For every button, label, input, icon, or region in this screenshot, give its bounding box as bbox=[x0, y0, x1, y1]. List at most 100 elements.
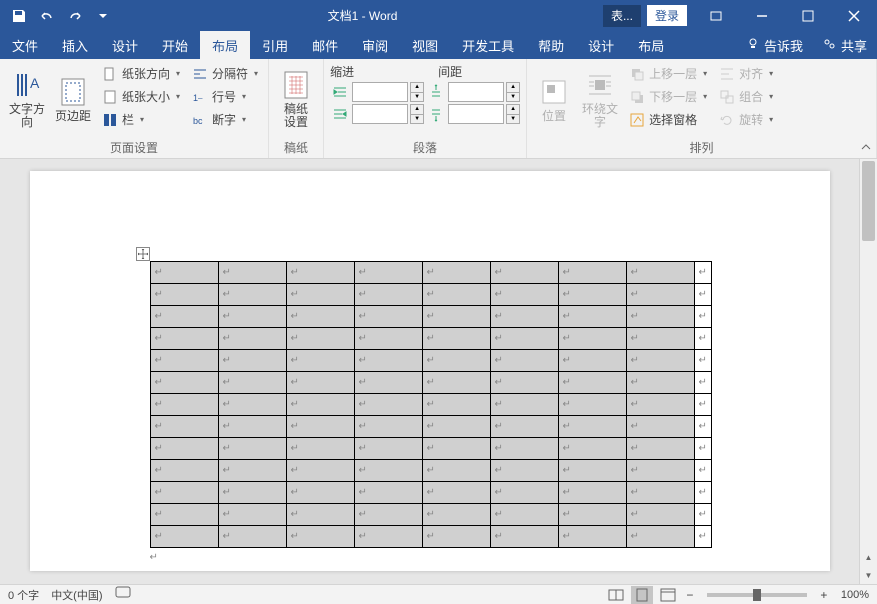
table-cell[interactable]: ↵ bbox=[490, 350, 558, 372]
table-cell[interactable]: ↵ bbox=[286, 284, 354, 306]
table-row[interactable]: ↵↵↵↵↵↵↵↵↵ bbox=[150, 262, 711, 284]
align-button[interactable]: 对齐▾ bbox=[715, 63, 777, 84]
table-cell[interactable]: ↵ bbox=[626, 372, 694, 394]
table-cell[interactable]: ↵ bbox=[218, 372, 286, 394]
tab-mail[interactable]: 邮件 bbox=[300, 31, 350, 59]
indent-right-input[interactable] bbox=[352, 104, 408, 124]
table-cell[interactable]: ↵ bbox=[694, 504, 711, 526]
table-cell[interactable]: ↵ bbox=[354, 306, 422, 328]
table-cell[interactable]: ↵ bbox=[626, 284, 694, 306]
table-row[interactable]: ↵↵↵↵↵↵↵↵↵ bbox=[150, 328, 711, 350]
table-cell[interactable]: ↵ bbox=[490, 526, 558, 548]
table-cell[interactable]: ↵ bbox=[286, 460, 354, 482]
size-button[interactable]: 纸张大小▾ bbox=[98, 86, 184, 107]
close-button[interactable] bbox=[831, 0, 877, 31]
table-cell[interactable]: ↵ bbox=[558, 504, 626, 526]
table-cell[interactable]: ↵ bbox=[354, 482, 422, 504]
table-cell[interactable]: ↵ bbox=[558, 284, 626, 306]
table-row[interactable]: ↵↵↵↵↵↵↵↵↵ bbox=[150, 526, 711, 548]
zoom-in-button[interactable]: + bbox=[817, 588, 831, 602]
table-cell[interactable]: ↵ bbox=[150, 460, 218, 482]
tab-view[interactable]: 视图 bbox=[400, 31, 450, 59]
spacing-before-spinner[interactable]: ▲▼ bbox=[506, 82, 520, 102]
line-numbers-button[interactable]: 1⎯ 行号▾ bbox=[188, 86, 262, 107]
table-cell[interactable]: ↵ bbox=[218, 306, 286, 328]
redo-button[interactable] bbox=[62, 3, 88, 29]
tab-table-layout[interactable]: 布局 bbox=[626, 31, 676, 59]
table-cell[interactable]: ↵ bbox=[218, 416, 286, 438]
table-cell[interactable]: ↵ bbox=[218, 526, 286, 548]
breaks-button[interactable]: 分隔符▾ bbox=[188, 63, 262, 84]
table-cell[interactable]: ↵ bbox=[286, 328, 354, 350]
table-cell[interactable]: ↵ bbox=[490, 372, 558, 394]
table-cell[interactable]: ↵ bbox=[694, 284, 711, 306]
indent-right-spinner[interactable]: ▲▼ bbox=[410, 104, 424, 124]
table-cell[interactable]: ↵ bbox=[354, 350, 422, 372]
rotate-button[interactable]: 旋转▾ bbox=[715, 109, 777, 130]
table-cell[interactable]: ↵ bbox=[694, 526, 711, 548]
table-cell[interactable]: ↵ bbox=[694, 262, 711, 284]
table-cell[interactable]: ↵ bbox=[490, 504, 558, 526]
table-cell[interactable]: ↵ bbox=[626, 526, 694, 548]
table-cell[interactable]: ↵ bbox=[218, 482, 286, 504]
zoom-out-button[interactable]: − bbox=[683, 588, 697, 602]
table-cell[interactable]: ↵ bbox=[286, 372, 354, 394]
table-tools-tab[interactable]: 表... bbox=[603, 5, 641, 27]
table-cell[interactable]: ↵ bbox=[626, 394, 694, 416]
table-cell[interactable]: ↵ bbox=[286, 350, 354, 372]
table-cell[interactable]: ↵ bbox=[354, 526, 422, 548]
manuscript-settings-button[interactable]: 稿纸 设置 bbox=[275, 63, 317, 135]
table-cell[interactable]: ↵ bbox=[354, 372, 422, 394]
table-cell[interactable]: ↵ bbox=[490, 284, 558, 306]
scroll-up-button[interactable]: ▲ bbox=[860, 548, 877, 566]
table-cell[interactable]: ↵ bbox=[490, 460, 558, 482]
table-row[interactable]: ↵↵↵↵↵↵↵↵↵ bbox=[150, 504, 711, 526]
table-cell[interactable]: ↵ bbox=[218, 394, 286, 416]
web-layout-button[interactable] bbox=[657, 586, 679, 604]
table-cell[interactable]: ↵ bbox=[150, 504, 218, 526]
table-cell[interactable]: ↵ bbox=[218, 328, 286, 350]
table-cell[interactable]: ↵ bbox=[558, 526, 626, 548]
table-cell[interactable]: ↵ bbox=[626, 350, 694, 372]
table-cell[interactable]: ↵ bbox=[694, 394, 711, 416]
qat-customize-button[interactable] bbox=[90, 3, 116, 29]
table-cell[interactable]: ↵ bbox=[490, 438, 558, 460]
tab-start[interactable]: 开始 bbox=[150, 31, 200, 59]
table-cell[interactable]: ↵ bbox=[490, 306, 558, 328]
scroll-down-button[interactable]: ▼ bbox=[860, 566, 877, 584]
table-cell[interactable]: ↵ bbox=[694, 482, 711, 504]
tab-help[interactable]: 帮助 bbox=[526, 31, 576, 59]
table-cell[interactable]: ↵ bbox=[218, 262, 286, 284]
tab-reference[interactable]: 引用 bbox=[250, 31, 300, 59]
table-cell[interactable]: ↵ bbox=[286, 416, 354, 438]
tab-review[interactable]: 审阅 bbox=[350, 31, 400, 59]
document-table[interactable]: ↵↵↵↵↵↵↵↵↵↵↵↵↵↵↵↵↵↵↵↵↵↵↵↵↵↵↵↵↵↵↵↵↵↵↵↵↵↵↵↵… bbox=[150, 261, 712, 548]
undo-button[interactable] bbox=[34, 3, 60, 29]
group-button[interactable]: 组合▾ bbox=[715, 86, 777, 107]
table-cell[interactable]: ↵ bbox=[150, 284, 218, 306]
ribbon-display-button[interactable] bbox=[693, 0, 739, 31]
table-cell[interactable]: ↵ bbox=[422, 394, 490, 416]
table-cell[interactable]: ↵ bbox=[218, 284, 286, 306]
table-cell[interactable]: ↵ bbox=[150, 482, 218, 504]
table-cell[interactable]: ↵ bbox=[150, 372, 218, 394]
table-cell[interactable]: ↵ bbox=[694, 460, 711, 482]
table-cell[interactable]: ↵ bbox=[150, 438, 218, 460]
table-cell[interactable]: ↵ bbox=[694, 372, 711, 394]
zoom-thumb[interactable] bbox=[753, 589, 761, 601]
login-button[interactable]: 登录 bbox=[647, 5, 687, 26]
table-cell[interactable]: ↵ bbox=[218, 504, 286, 526]
table-cell[interactable]: ↵ bbox=[558, 416, 626, 438]
selection-pane-button[interactable]: 选择窗格 bbox=[625, 109, 711, 130]
table-cell[interactable]: ↵ bbox=[218, 350, 286, 372]
table-cell[interactable]: ↵ bbox=[490, 262, 558, 284]
table-row[interactable]: ↵↵↵↵↵↵↵↵↵ bbox=[150, 482, 711, 504]
table-cell[interactable]: ↵ bbox=[218, 438, 286, 460]
orientation-button[interactable]: 纸张方向▾ bbox=[98, 63, 184, 84]
minimize-button[interactable] bbox=[739, 0, 785, 31]
tab-layout[interactable]: 布局 bbox=[200, 31, 250, 59]
table-cell[interactable]: ↵ bbox=[558, 328, 626, 350]
bring-forward-button[interactable]: 上移一层▾ bbox=[625, 63, 711, 84]
table-cell[interactable]: ↵ bbox=[150, 350, 218, 372]
table-cell[interactable]: ↵ bbox=[490, 416, 558, 438]
